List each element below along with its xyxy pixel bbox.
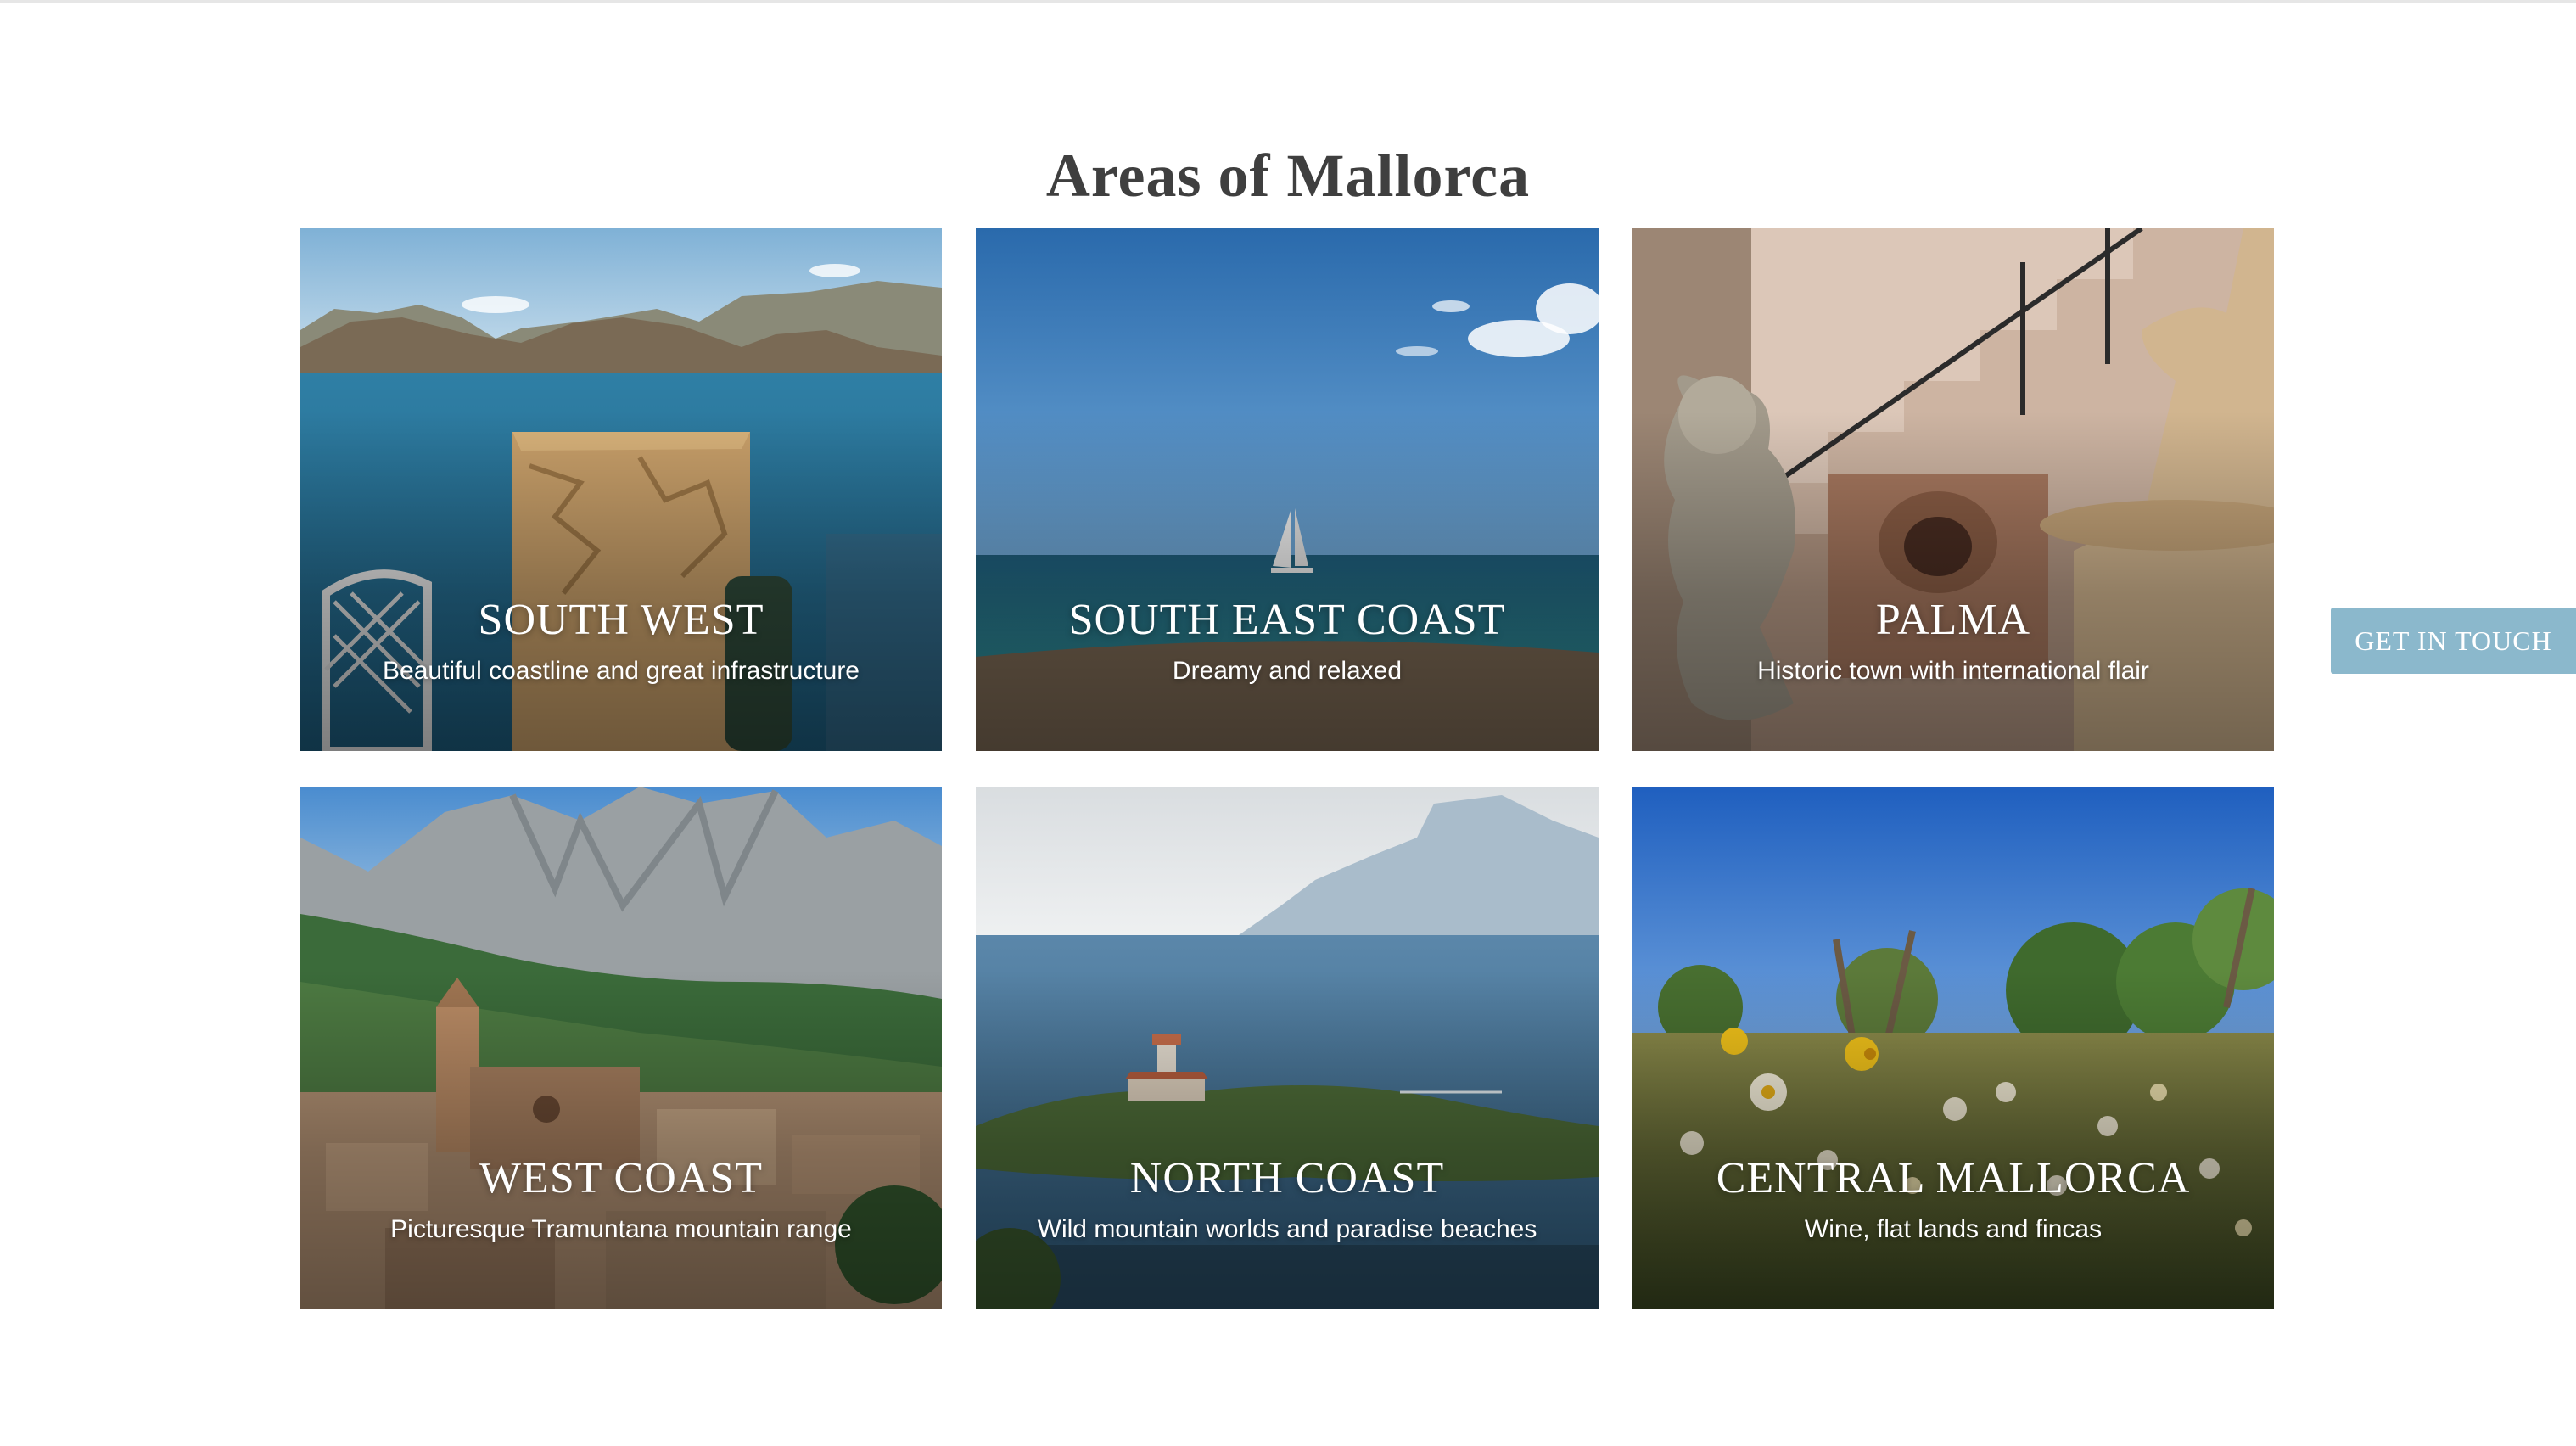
area-name: SOUTH EAST COAST: [1068, 596, 1506, 644]
top-divider: [0, 0, 2576, 3]
area-name: PALMA: [1875, 596, 2031, 644]
area-card-central-mallorca[interactable]: CENTRAL MALLORCA Wine, flat lands and fi…: [1632, 787, 2274, 1309]
area-description: Picturesque Tramuntana mountain range: [390, 1215, 852, 1243]
area-card-south-east-coast[interactable]: SOUTH EAST COAST Dreamy and relaxed: [976, 228, 1599, 751]
area-card-palma[interactable]: PALMA Historic town with international f…: [1632, 228, 2274, 751]
area-description: Beautiful coastline and great infrastruc…: [383, 657, 860, 685]
area-card-south-west[interactable]: SOUTH WEST Beautiful coastline and great…: [300, 228, 942, 751]
area-card-north-coast[interactable]: NORTH COAST Wild mountain worlds and par…: [976, 787, 1599, 1309]
area-name: SOUTH WEST: [478, 596, 764, 644]
area-card-west-coast[interactable]: WEST COAST Picturesque Tramuntana mounta…: [300, 787, 942, 1309]
area-description: Wine, flat lands and fincas: [1804, 1215, 2103, 1243]
area-description: Historic town with international flair: [1757, 657, 2149, 685]
area-name: WEST COAST: [479, 1154, 764, 1202]
area-description: Dreamy and relaxed: [1172, 657, 1403, 685]
page-title: Areas of Mallorca: [1045, 142, 1531, 210]
area-description: Wild mountain worlds and paradise beache…: [1037, 1215, 1537, 1243]
area-name: NORTH COAST: [1129, 1154, 1445, 1202]
area-name: CENTRAL MALLORCA: [1716, 1154, 2191, 1202]
get-in-touch-button[interactable]: GET IN TOUCH: [2331, 608, 2576, 674]
